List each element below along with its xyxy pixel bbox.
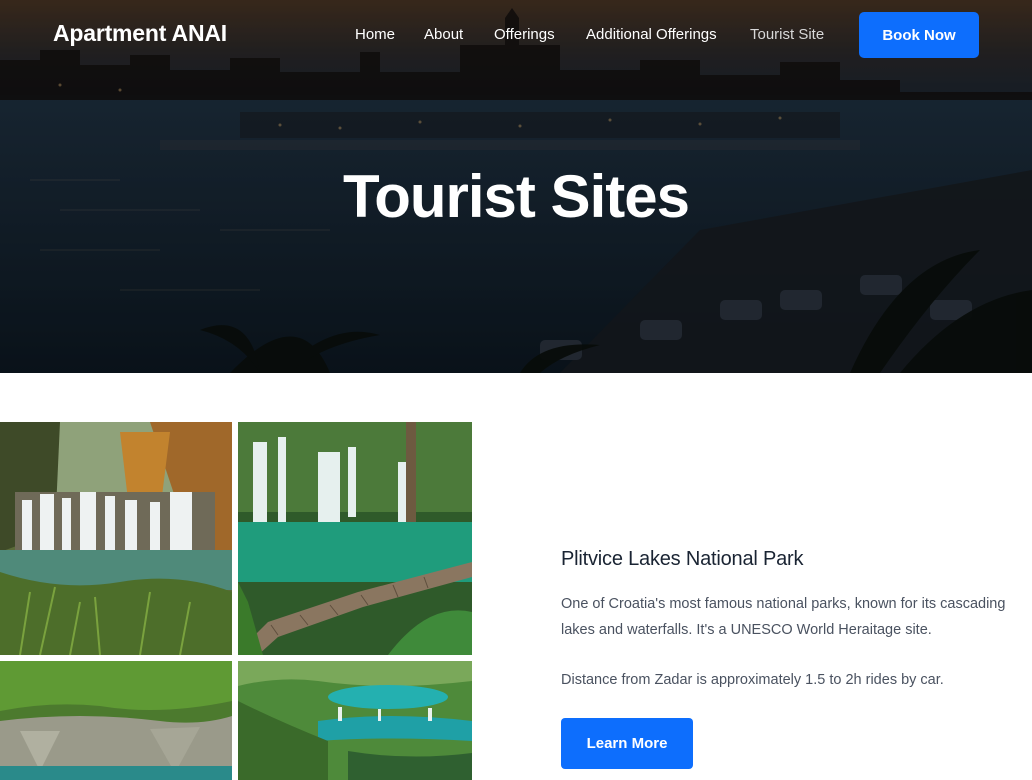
gallery-photo-canyon[interactable] xyxy=(0,661,232,780)
nav-tourist-site[interactable]: Tourist Site xyxy=(750,26,824,43)
page-title: Tourist Sites xyxy=(343,163,690,230)
nav-about[interactable]: About xyxy=(424,26,463,43)
site-title: Plitvice Lakes National Park xyxy=(561,548,804,570)
gallery-photo-turquoise-lake[interactable] xyxy=(238,661,472,780)
book-now-button[interactable]: Book Now xyxy=(859,12,979,58)
learn-more-button[interactable]: Learn More xyxy=(561,718,693,769)
site-description: One of Croatia's most famous national pa… xyxy=(561,596,1006,638)
gallery-photo-boardwalk[interactable] xyxy=(238,422,472,655)
photo-gallery xyxy=(0,422,472,780)
nav-additional-offerings[interactable]: Additional Offerings xyxy=(586,26,717,43)
brand-logo[interactable]: Apartment ANAI xyxy=(53,20,227,47)
hero-banner: Apartment ANAI Home About Offerings Addi… xyxy=(0,0,1032,373)
site-distance: Distance from Zadar is approximately 1.5… xyxy=(561,672,944,688)
gallery-photo-waterfall-autumn[interactable] xyxy=(0,422,232,655)
top-navbar: Apartment ANAI Home About Offerings Addi… xyxy=(0,0,1032,70)
site-info: Plitvice Lakes National Park One of Croa… xyxy=(561,548,1032,693)
nav-home[interactable]: Home xyxy=(355,26,395,43)
nav-offerings[interactable]: Offerings xyxy=(494,26,555,43)
